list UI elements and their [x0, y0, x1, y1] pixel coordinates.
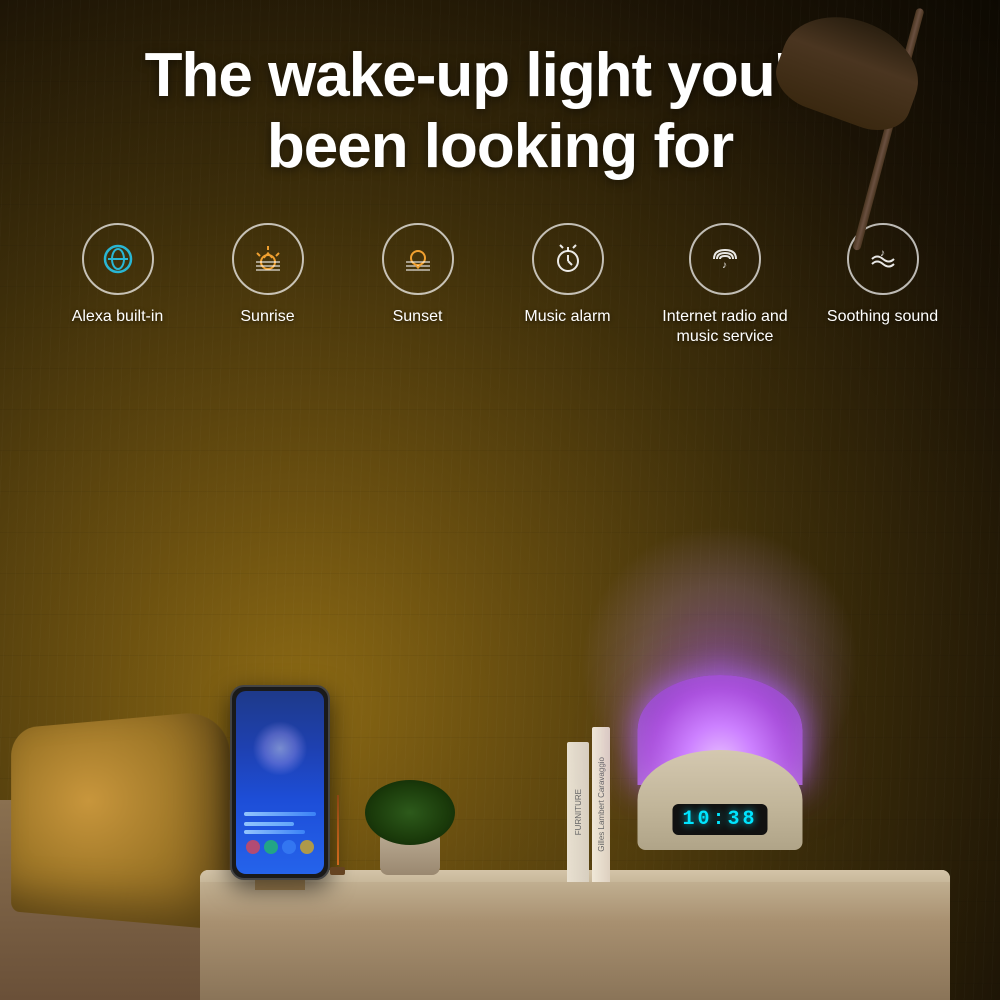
phone-dot-red	[246, 840, 260, 854]
phone-dot-blue	[282, 840, 296, 854]
svg-text:♪: ♪	[722, 260, 727, 271]
phone-slider-3	[244, 830, 305, 834]
book-1-title: FURNITURE	[572, 785, 585, 839]
books: FURNITURE Gilles Lambert Caravaggio	[567, 727, 610, 882]
feature-music-alarm: Music alarm	[493, 223, 643, 328]
internet-radio-icon: ♪	[706, 240, 744, 278]
phone-app-ui	[244, 812, 316, 854]
lamp-body	[638, 750, 803, 850]
music-alarm-icon	[549, 240, 587, 278]
feature-sunrise: Sunrise	[193, 223, 343, 328]
alexa-icon	[99, 240, 137, 278]
wake-up-lamp: 10:38	[620, 665, 820, 885]
sunset-label: Sunset	[393, 307, 443, 328]
book-2-title: Gilles Lambert Caravaggio	[595, 753, 608, 856]
incense-holder	[330, 795, 345, 875]
incense-base	[330, 867, 345, 875]
nightstand	[200, 870, 950, 1000]
book-1: FURNITURE	[567, 742, 589, 882]
sunrise-icon	[249, 240, 287, 278]
pillow	[11, 709, 230, 930]
phone-slider-2	[244, 822, 294, 826]
overhead-lamp	[740, 0, 940, 350]
feature-alexa: Alexa built-in	[43, 223, 193, 328]
phone-screen	[236, 691, 324, 874]
incense-stick	[337, 795, 339, 865]
sunrise-icon-circle	[232, 223, 304, 295]
phone-dot-yellow	[300, 840, 314, 854]
book-2: Gilles Lambert Caravaggio	[592, 727, 610, 882]
scene: FURNITURE Gilles Lambert Caravaggio 10:3…	[0, 520, 1000, 1000]
phone-slider-1	[244, 812, 316, 816]
alexa-label: Alexa built-in	[72, 307, 164, 328]
sunset-icon-circle	[382, 223, 454, 295]
sunset-icon	[399, 240, 437, 278]
phone-dot-green	[264, 840, 278, 854]
phone	[230, 685, 330, 880]
sunrise-label: Sunrise	[240, 307, 294, 328]
music-alarm-icon-circle	[532, 223, 604, 295]
plant	[360, 770, 460, 875]
phone-color-dots	[244, 840, 316, 854]
plant-leaves	[365, 780, 455, 845]
lamp-clock-display: 10:38	[672, 804, 767, 835]
alexa-icon-circle	[82, 223, 154, 295]
feature-sunset: Sunset	[343, 223, 493, 328]
title-line2: been looking for	[267, 112, 733, 181]
music-alarm-label: Music alarm	[524, 307, 610, 328]
